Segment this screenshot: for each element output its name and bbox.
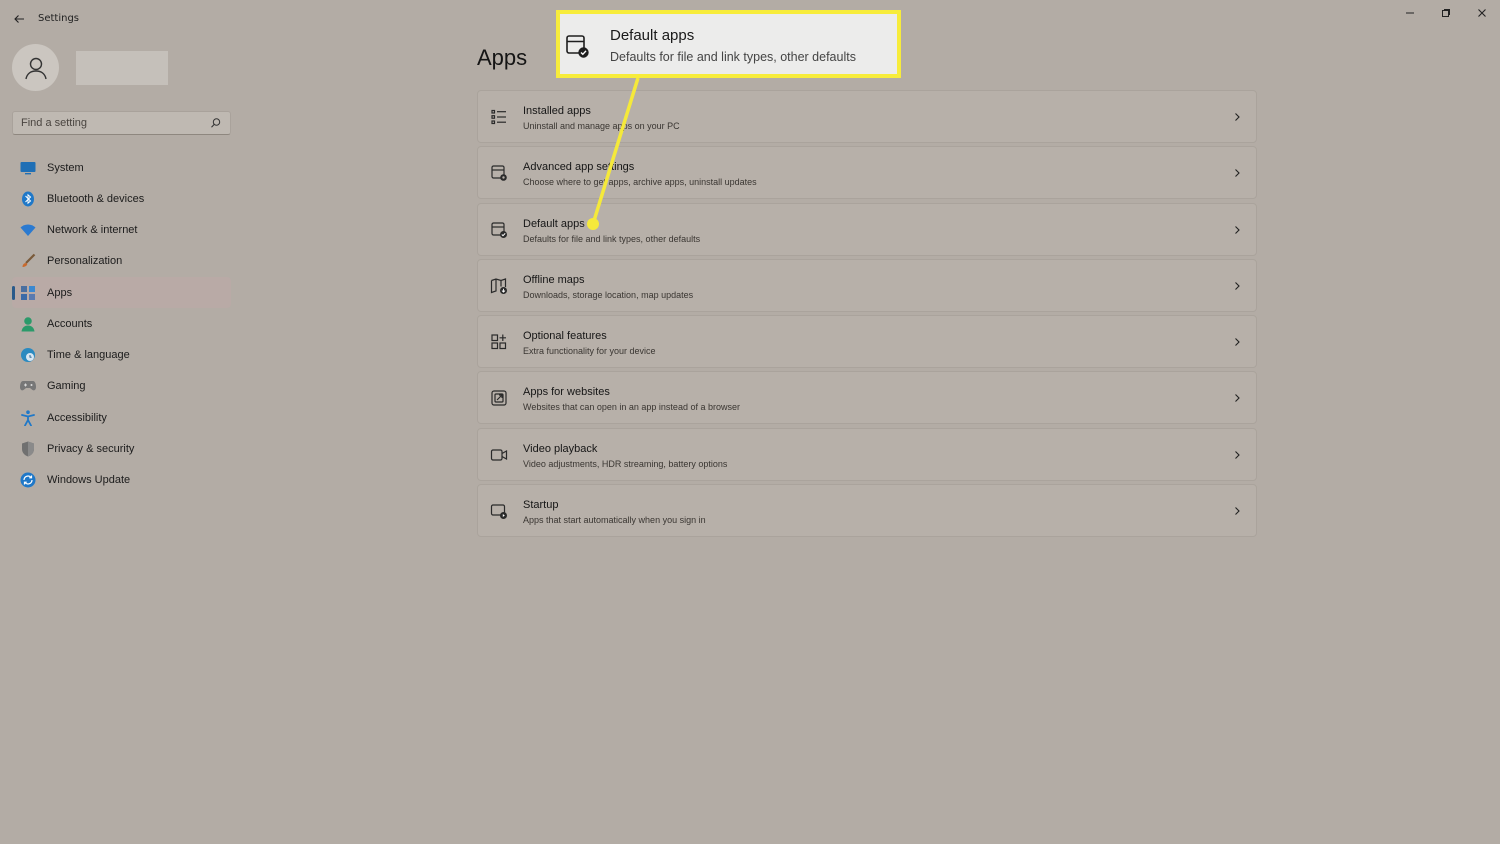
sidebar-item-time-language[interactable]: Time & language [12, 340, 231, 371]
sidebar-item-label: Personalization [47, 255, 123, 268]
card-apps-for-websites[interactable]: Apps for websites Websites that can open… [477, 371, 1257, 425]
search-box [12, 111, 231, 135]
chevron-right-icon [1235, 507, 1240, 515]
chevron-right-icon [1235, 338, 1240, 347]
card-startup[interactable]: Startup Apps that start automatically wh… [477, 484, 1257, 538]
callout-title: Default apps [610, 27, 695, 44]
card-title: Startup [523, 499, 559, 512]
card-subtitle: Extra functionality for your device [523, 346, 656, 357]
bluetooth-icon [20, 191, 36, 207]
card-subtitle: Downloads, storage location, map updates [523, 289, 694, 300]
sidebar-item-label: Apps [47, 286, 73, 299]
settings-window: Settings Find a setting System Bluetooth… [0, 0, 1500, 844]
default-apps-icon [566, 35, 589, 58]
sidebar-item-label: Windows Update [47, 474, 131, 487]
search-icon[interactable] [210, 117, 222, 129]
chevron-right-icon [1235, 225, 1240, 234]
sidebar-item-label: Accessibility [47, 411, 107, 424]
card-video-playback[interactable]: Video playback Video adjustments, HDR st… [477, 427, 1257, 481]
avatar[interactable] [12, 44, 59, 91]
selection-indicator [12, 286, 15, 300]
close-button[interactable] [1467, 4, 1497, 22]
sidebar-nav: System Bluetooth & devices Network & int… [12, 152, 231, 496]
apps-settings-list: Installed apps Uninstall and manage apps… [477, 90, 1257, 540]
card-subtitle: Uninstall and manage apps on your PC [523, 121, 680, 131]
card-offline-maps[interactable]: Offline maps Downloads, storage location… [477, 258, 1257, 312]
search-input[interactable] [13, 112, 203, 134]
chevron-right-icon [1235, 394, 1240, 403]
card-default-apps[interactable]: Default apps Defaults for file and link … [477, 202, 1257, 256]
apps-icon [20, 285, 36, 301]
card-subtitle: Defaults for file and link types, other … [523, 233, 701, 244]
person-icon [20, 316, 36, 332]
brush-icon [20, 253, 36, 269]
card-title: Installed apps [523, 105, 591, 117]
globe-clock-icon [20, 347, 36, 363]
shield-icon [20, 441, 36, 457]
card-title: Video playback [523, 442, 598, 455]
card-optional-features[interactable]: Optional features Extra functionality fo… [477, 315, 1257, 369]
redacted-user-name [76, 51, 168, 85]
sidebar-item-label: Time & language [47, 349, 130, 362]
open-link-icon [491, 390, 507, 407]
sidebar-item-label: Network & internet [47, 224, 138, 237]
sidebar-item-label: Privacy & security [47, 442, 135, 455]
default-apps-icon [491, 221, 507, 238]
card-subtitle: Video adjustments, HDR streaming, batter… [523, 458, 728, 469]
sidebar-item-network-internet[interactable]: Network & internet [12, 215, 231, 246]
callout-subtitle: Defaults for file and link types, other … [610, 50, 856, 64]
sidebar-item-system[interactable]: System [12, 152, 231, 183]
chevron-right-icon [1235, 282, 1240, 290]
card-advanced-app-settings[interactable]: Advanced app settings Choose where to ge… [477, 146, 1257, 200]
sidebar-item-gaming[interactable]: Gaming [12, 371, 231, 402]
map-icon [490, 278, 507, 294]
sidebar-item-accessibility[interactable]: Accessibility [12, 402, 231, 433]
back-button[interactable] [9, 9, 29, 29]
sidebar-item-label: Bluetooth & devices [47, 192, 145, 205]
sidebar-item-label: Gaming [47, 380, 86, 393]
restore-icon [1442, 9, 1450, 17]
card-subtitle: Choose where to get apps, archive apps, … [523, 177, 757, 188]
sidebar-item-label: System [47, 161, 84, 174]
card-title: Apps for websites [523, 386, 610, 399]
card-title: Optional features [523, 330, 607, 343]
highlight-callout: Default apps Defaults for file and link … [556, 10, 901, 78]
sidebar-item-personalization[interactable]: Personalization [12, 246, 231, 277]
restore-button[interactable] [1431, 4, 1461, 22]
list-icon [491, 109, 506, 125]
video-icon [490, 449, 508, 461]
sidebar-item-privacy-security[interactable]: Privacy & security [12, 433, 231, 464]
sidebar-item-accounts[interactable]: Accounts [12, 308, 231, 339]
app-title: Settings [38, 13, 80, 24]
back-arrow-icon [14, 15, 24, 23]
card-title: Default apps [523, 217, 585, 230]
sidebar-item-windows-update[interactable]: Windows Update [12, 465, 231, 496]
card-subtitle: Websites that can open in an app instead… [523, 402, 740, 413]
app-settings-icon [491, 165, 507, 182]
startup-icon [490, 504, 507, 520]
card-installed-apps[interactable]: Installed apps Uninstall and manage apps… [477, 90, 1257, 143]
gamepad-icon [20, 378, 36, 394]
page-title: Apps [477, 45, 528, 70]
sidebar-item-label: Accounts [47, 317, 93, 330]
grid-plus-icon [491, 334, 507, 350]
chevron-right-icon [1235, 169, 1240, 178]
chevron-right-icon [1235, 450, 1240, 459]
close-icon [1478, 9, 1486, 17]
card-title: Offline maps [523, 273, 585, 286]
minimize-icon [1406, 12, 1414, 14]
monitor-icon [20, 160, 36, 176]
card-title: Advanced app settings [523, 161, 635, 174]
person-icon [24, 57, 47, 79]
update-icon [20, 472, 36, 488]
sidebar-item-bluetooth-devices[interactable]: Bluetooth & devices [12, 183, 231, 214]
wifi-icon [20, 222, 36, 238]
sidebar-item-apps[interactable]: Apps [12, 277, 231, 309]
card-subtitle: Apps that start automatically when you s… [523, 515, 706, 526]
minimize-button[interactable] [1395, 4, 1425, 22]
chevron-right-icon [1235, 113, 1240, 121]
accessibility-icon [20, 410, 36, 426]
